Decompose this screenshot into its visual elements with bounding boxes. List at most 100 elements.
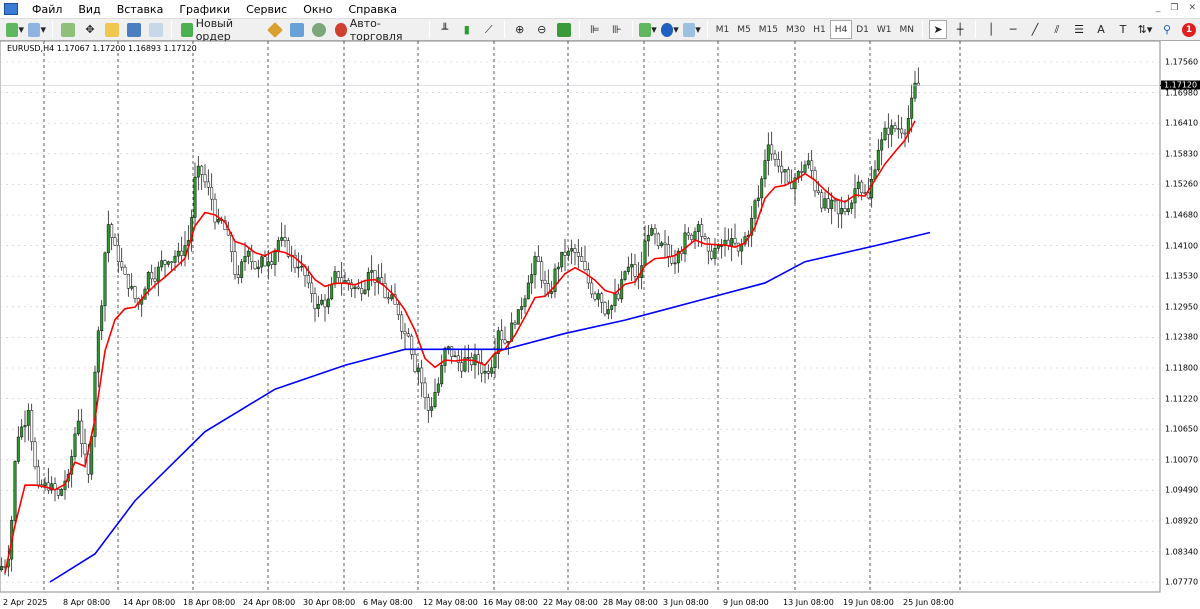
cursor-icon[interactable]: ➤ [929,20,947,39]
timeframe-m1[interactable]: M1 [712,20,734,39]
menu-help[interactable]: Справка [340,3,404,16]
indicators-button[interactable]: ▾ [638,20,657,39]
timeframe-m15[interactable]: M15 [755,20,782,39]
menu-file[interactable]: Файл [24,3,70,16]
candle-body [730,238,734,247]
candle-body [553,268,557,292]
autotrading-button[interactable]: Авто-торговля [332,17,423,43]
candle-body [893,125,897,129]
candle-body [120,261,124,268]
menu-bar: Файл Вид Вставка Графики Сервис Окно Спр… [0,0,1200,18]
new-order-button[interactable]: Новый ордер [178,17,262,43]
candle-body [483,371,487,374]
price-axis-label: 1.15260 [1165,179,1199,189]
tile-windows-icon[interactable] [555,20,573,39]
candle-body [320,299,324,305]
experts-icon[interactable] [288,20,306,39]
candle-body [526,282,530,300]
price-axis-label: 1.14100 [1165,241,1199,251]
timeframe-m5[interactable]: M5 [733,20,755,39]
timeframe-d1[interactable]: D1 [852,20,873,39]
strategy-tester-icon[interactable] [147,20,165,39]
candle-body [413,354,417,372]
text-icon[interactable]: A [1092,20,1110,39]
candle-body [683,232,687,255]
candle-body [890,125,894,135]
candle-body [336,271,340,278]
candle-body [126,273,130,289]
horizontal-line-icon[interactable]: ─ [1004,20,1022,39]
restore-icon[interactable]: ❐ [1170,3,1178,13]
time-axis-label: 8 Apr 08:00 [63,598,111,607]
candle-body [656,233,660,247]
timeframe-w1[interactable]: W1 [873,20,896,39]
candle-body [763,160,767,180]
zoom-out-icon[interactable]: ⊖ [533,20,551,39]
time-axis-label: 18 Apr 08:00 [183,598,236,607]
equidistant-channel-icon[interactable]: ⫽ [1048,20,1066,39]
candle-body [310,282,314,294]
candle-body [753,200,757,219]
notifications-button[interactable]: 1 [1180,20,1198,39]
candle-body [816,190,820,193]
bar-chart-icon[interactable]: ╨ [436,20,454,39]
candle-body [583,261,587,270]
candlestick-icon[interactable]: ▮ [458,20,476,39]
candle-body [623,271,627,280]
search-icon[interactable]: ⚲ [1158,20,1176,39]
menu-insert[interactable]: Вставка [109,3,172,16]
price-chart[interactable]: EURUSD,H4 1.17067 1.17200 1.16893 1.1712… [0,41,1200,609]
candle-body [533,256,537,275]
candle-body [850,202,854,209]
vertical-line-icon[interactable]: │ [982,20,1000,39]
new-chart-button[interactable]: ▾ [6,20,24,39]
price-axis-label: 1.07770 [1165,577,1199,587]
candle-body [296,266,300,269]
candle-body [370,270,374,273]
zoom-in-icon[interactable]: ⊕ [511,20,529,39]
menu-window[interactable]: Окно [295,3,340,16]
candle-body [693,231,697,240]
candle-body [560,251,564,268]
candle-body [80,420,84,444]
crosshair-icon[interactable]: ┼ [951,20,969,39]
close-icon[interactable]: ✕ [1188,3,1196,13]
candle-body [720,245,724,247]
auto-scroll-icon[interactable]: ⊫ [586,20,604,39]
timeframe-h1[interactable]: H1 [809,20,830,39]
candle-body [830,199,834,209]
timeframe-mn[interactable]: MN [896,20,919,39]
minimize-icon[interactable]: _ [1156,3,1161,13]
symbol-info: EURUSD,H4 1.17067 1.17200 1.16893 1.1712… [5,44,199,53]
text-label-icon[interactable]: T [1114,20,1132,39]
candle-body [56,489,60,496]
candle-body [600,293,604,303]
candle-body [566,250,570,256]
navigator-icon[interactable] [103,20,121,39]
templates-button[interactable]: ▾ [682,20,701,39]
candle-body [160,260,164,268]
app-icon [4,3,18,15]
chart-shift-icon[interactable]: ⊪ [608,20,626,39]
signals-icon[interactable] [310,20,328,39]
metaeditor-icon[interactable] [266,20,284,39]
candle-body [93,371,97,437]
profiles-button[interactable]: ▾ [28,20,46,39]
candle-body [770,144,774,155]
candle-body [113,237,117,246]
market-watch-icon[interactable] [59,20,77,39]
terminal-icon[interactable] [125,20,143,39]
fibonacci-icon[interactable]: ☰ [1070,20,1088,39]
trendline-icon[interactable]: ╱ [1026,20,1044,39]
arrows-icon[interactable]: ⇅▾ [1136,20,1154,39]
menu-charts[interactable]: Графики [171,3,238,16]
time-axis-label: 24 Apr 08:00 [243,598,296,607]
timeframe-h4[interactable]: H4 [829,20,853,39]
menu-tools[interactable]: Сервис [238,3,295,16]
candle-body [283,237,287,241]
crosshair-nav-icon[interactable]: ✥ [81,20,99,39]
line-chart-icon[interactable]: ⟋ [480,20,498,39]
timeframe-m30[interactable]: M30 [782,20,809,39]
menu-view[interactable]: Вид [70,3,108,16]
periods-button[interactable]: ▾ [660,20,679,39]
